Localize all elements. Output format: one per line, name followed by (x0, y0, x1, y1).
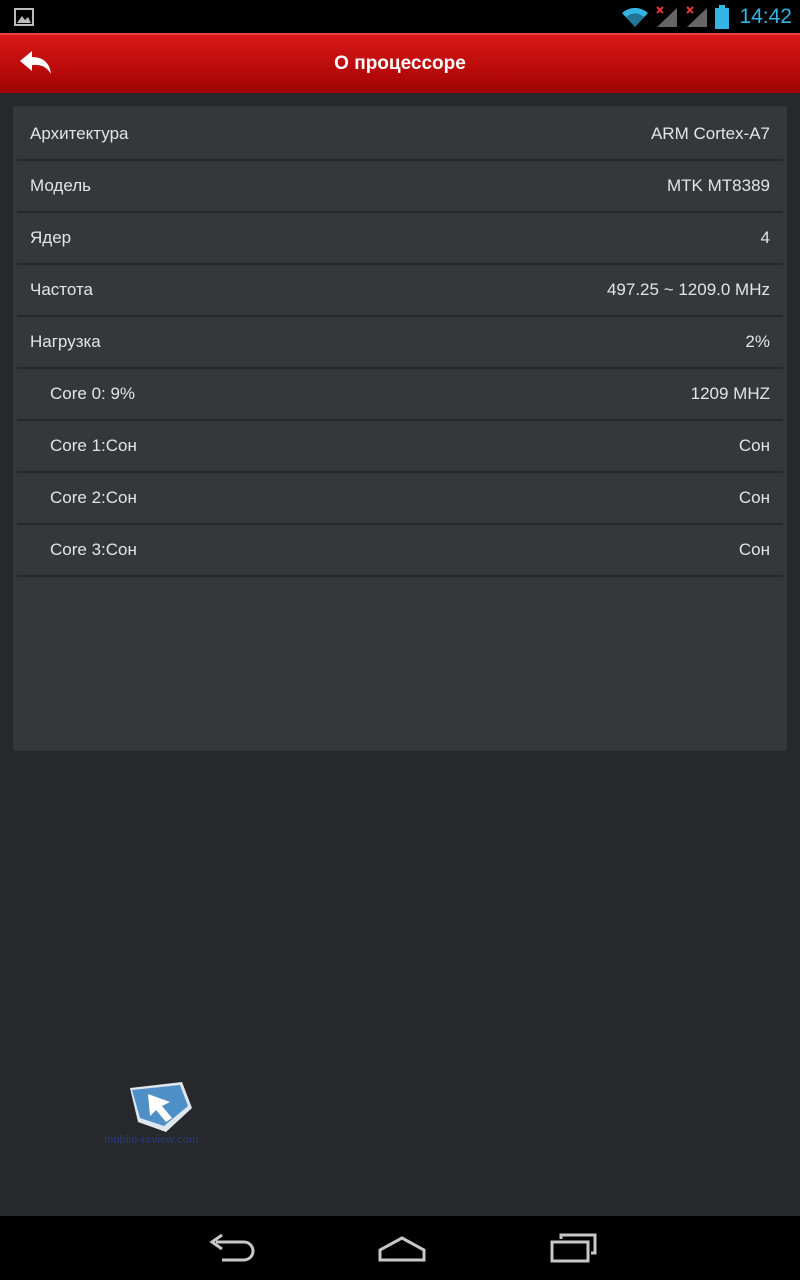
row-value: Сон (738, 540, 770, 559)
recent-apps-icon (550, 1233, 597, 1263)
signal-2-no-sim-icon (686, 6, 708, 27)
row-label: Нагрузка (30, 332, 101, 351)
watermark-text: mobile-review.com (104, 1134, 199, 1146)
watermark-icon (130, 1082, 192, 1132)
back-arrow-icon (20, 51, 51, 74)
row-label: Модель (30, 176, 92, 195)
info-row-core-3: Core 3:Сон Сон (17, 525, 783, 577)
row-value: Сон (738, 488, 770, 507)
row-label: Частота (30, 280, 94, 299)
row-value: 497.25 ~ 1209.0 MHz (606, 280, 770, 299)
home-icon (378, 1236, 426, 1262)
navigation-bar (0, 1216, 800, 1280)
watermark-logo: mobile-review.com (100, 1082, 210, 1152)
info-row-core-0: Core 0: 9% 1209 MHZ (17, 369, 783, 421)
info-row-core-1: Core 1:Сон Сон (17, 421, 783, 473)
row-value: 1209 MHZ (690, 384, 770, 403)
action-bar: О процессоре (0, 33, 800, 93)
gallery-notification-icon (14, 8, 34, 26)
page-title: О процессоре (334, 53, 466, 74)
row-label: Core 0: 9% (50, 384, 136, 403)
row-label: Core 1:Сон (50, 436, 137, 455)
back-icon (209, 1234, 255, 1262)
status-bar: 14:42 (0, 0, 800, 33)
row-value: MTK MT8389 (667, 176, 770, 195)
battery-icon (715, 5, 730, 29)
info-row-architecture: Архитектура ARM Cortex-A7 (17, 109, 783, 161)
info-row-load: Нагрузка 2% (17, 317, 783, 369)
cpu-info-card: Архитектура ARM Cortex-A7 Модель MTK MT8… (13, 106, 787, 751)
row-value: 2% (745, 332, 770, 351)
row-value: 4 (760, 228, 770, 247)
info-row-model: Модель MTK MT8389 (17, 161, 783, 213)
row-label: Core 3:Сон (50, 540, 137, 559)
clock: 14:42 (739, 5, 792, 28)
row-label: Архитектура (30, 124, 129, 143)
back-button[interactable] (10, 41, 62, 85)
signal-1-no-sim-icon (656, 6, 678, 27)
info-row-frequency: Частота 497.25 ~ 1209.0 MHz (17, 265, 783, 317)
row-label: Core 2:Сон (50, 488, 137, 507)
info-row-core-2: Core 2:Сон Сон (17, 473, 783, 525)
wifi-icon (622, 7, 649, 28)
row-value: Сон (738, 436, 770, 455)
row-value: ARM Cortex-A7 (650, 124, 770, 143)
info-row-cores: Ядер 4 (17, 213, 783, 265)
nav-back-button[interactable] (202, 1230, 262, 1266)
nav-recent-apps-button[interactable] (543, 1230, 603, 1266)
nav-home-button[interactable] (372, 1230, 432, 1266)
row-label: Ядер (30, 228, 72, 247)
